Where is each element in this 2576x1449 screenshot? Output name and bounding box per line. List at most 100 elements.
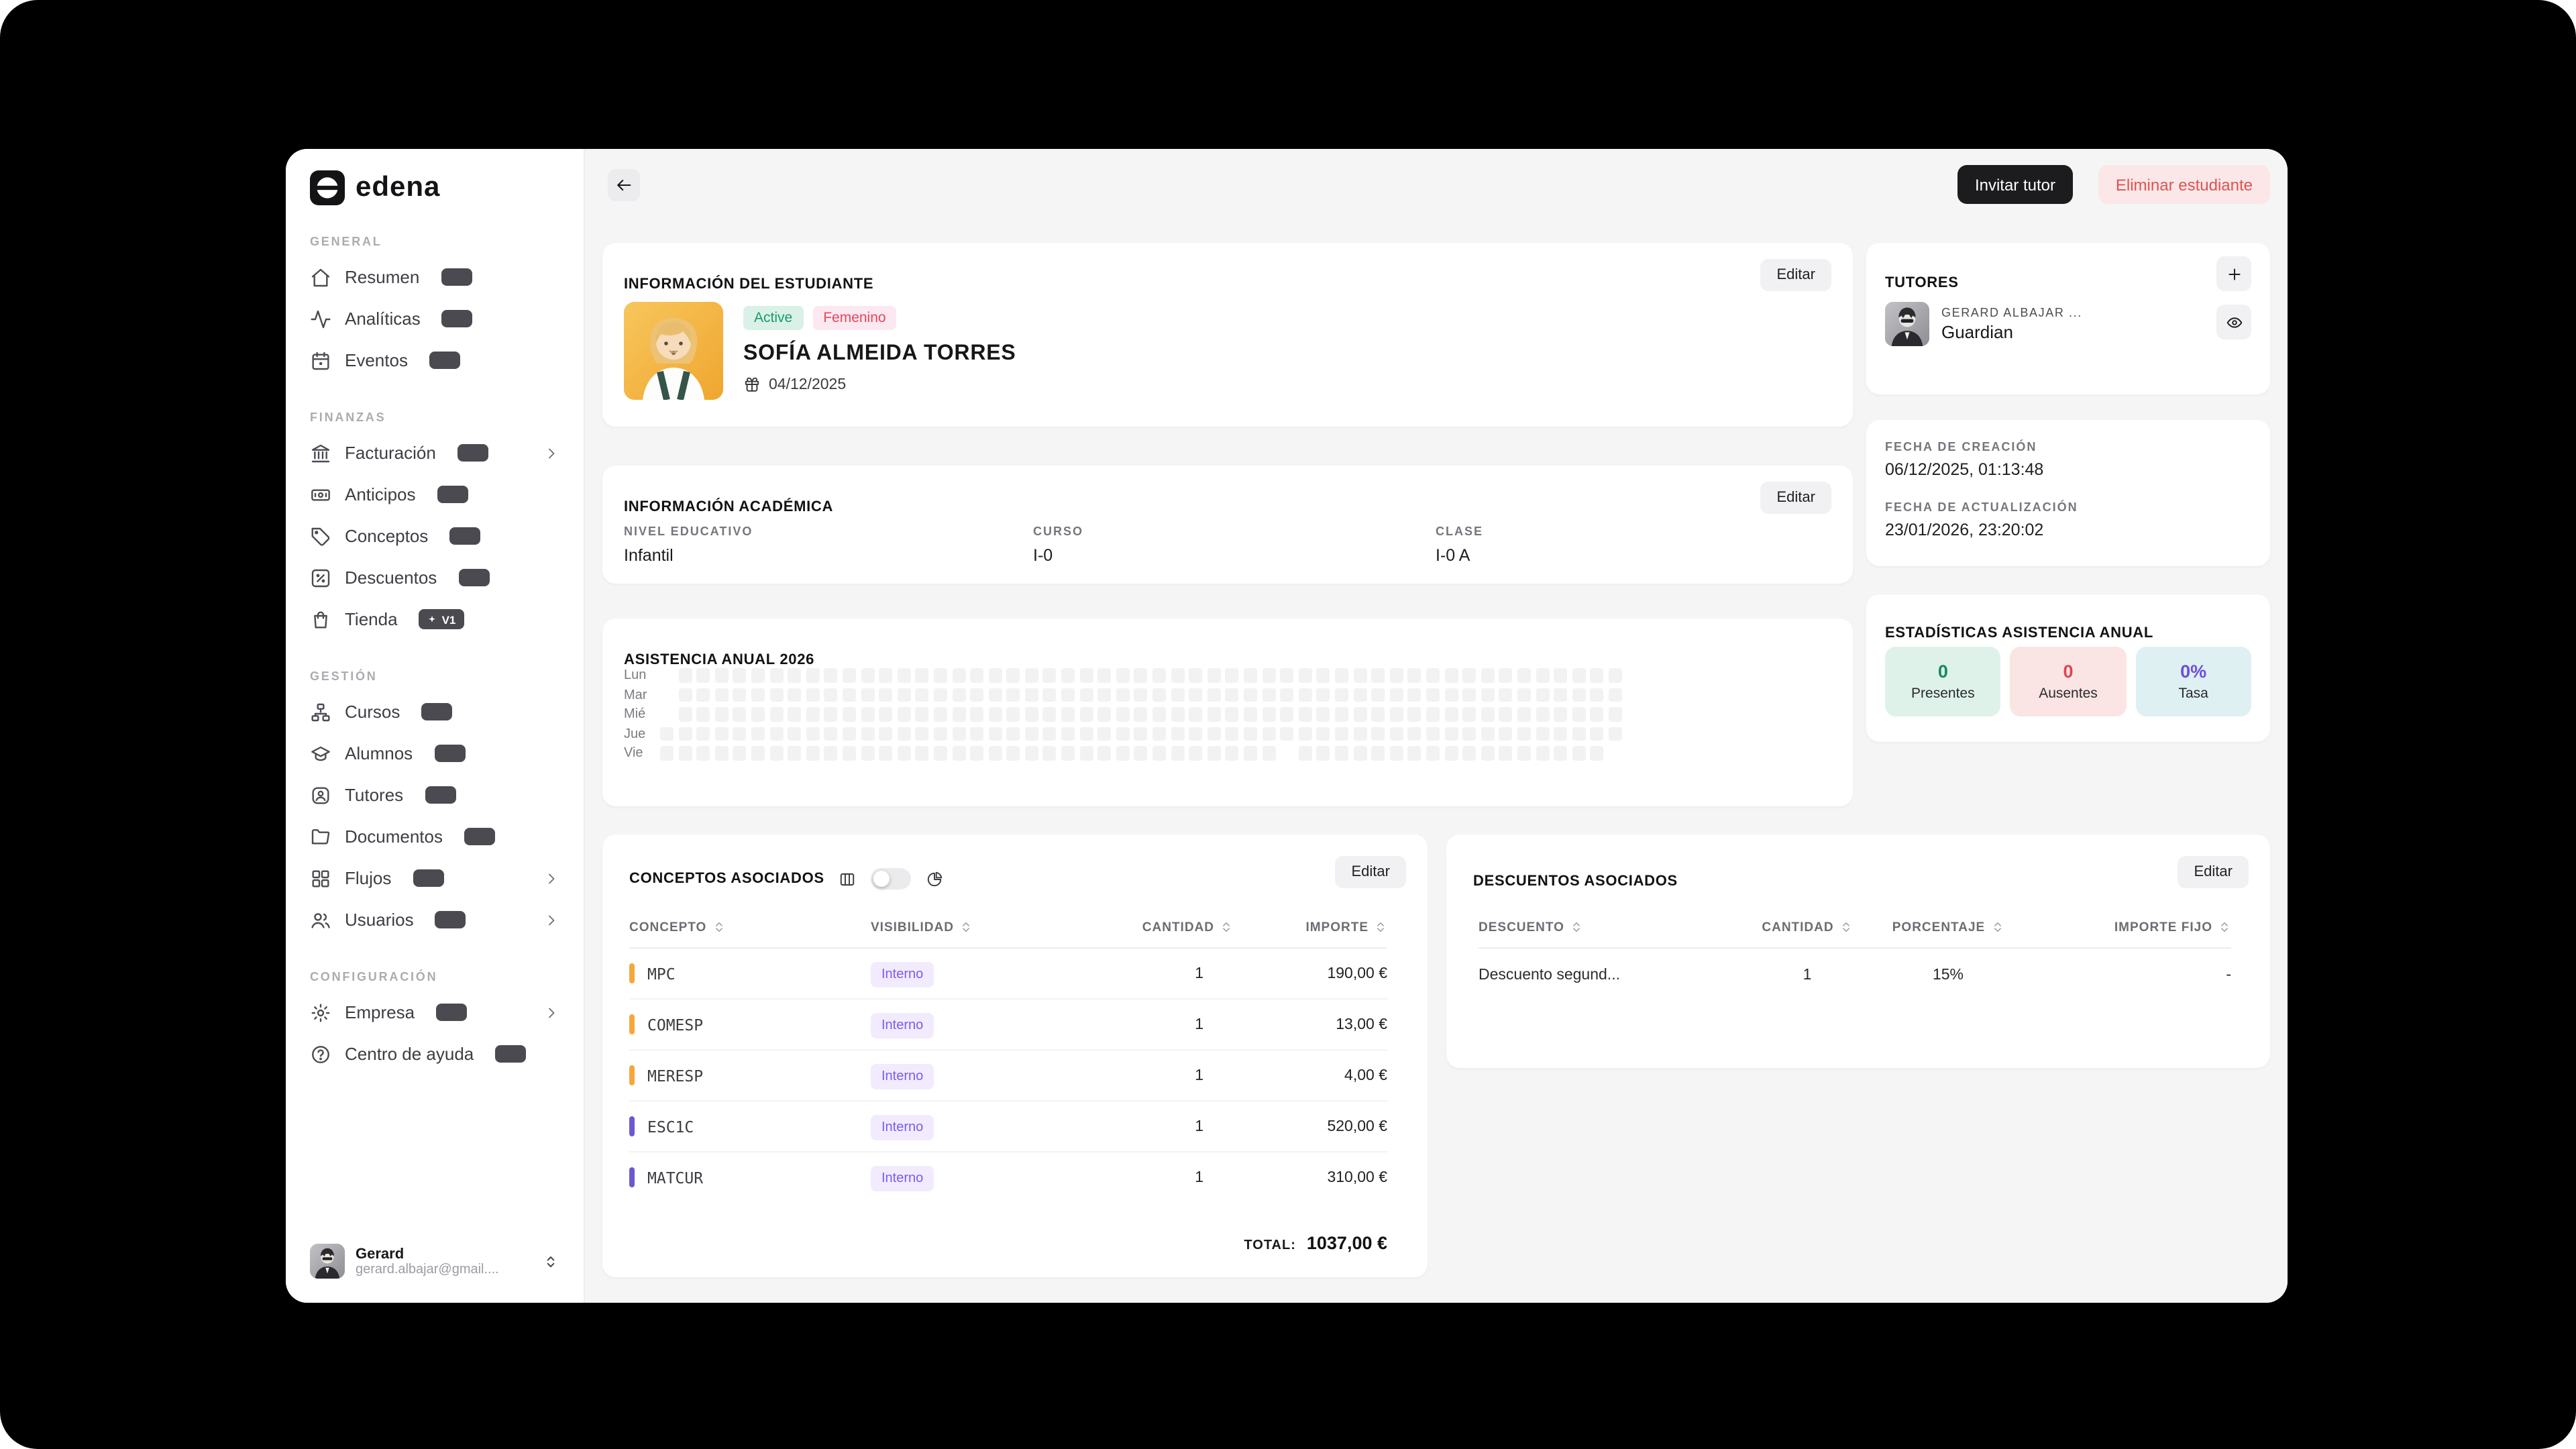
heatmap-cell: [733, 688, 747, 702]
heatmap-cell: [1116, 688, 1130, 702]
discount-row[interactable]: Descuento segund... 1 15% -: [1479, 949, 2231, 1002]
sidebar-item-empresa[interactable]: Empresa: [302, 991, 568, 1033]
sidebar-item-analiticas[interactable]: Analíticas: [302, 298, 568, 339]
heatmap-cell: [1116, 727, 1130, 741]
column-header-label: PORCENTAJE: [1892, 920, 1985, 934]
heatmap-cell: [1536, 747, 1549, 760]
sidebar-item-eventos[interactable]: Eventos: [302, 339, 568, 381]
heatmap-cell: [916, 669, 929, 682]
app-logo[interactable]: edena: [302, 170, 568, 205]
delete-student-button[interactable]: Eliminar estudiante: [2098, 165, 2270, 204]
heatmap-cell: [788, 669, 801, 682]
heatmap-cell: [1426, 747, 1440, 760]
sidebar-item-facturacion[interactable]: Facturación: [302, 432, 568, 474]
column-header-descuento[interactable]: DESCUENTO: [1479, 920, 1747, 934]
column-header-concepto[interactable]: CONCEPTO: [629, 920, 871, 934]
sidebar-item-alumnos[interactable]: Alumnos: [302, 733, 568, 774]
sidebar-section-items: Facturación Anticipos Conceptos Descuent…: [302, 432, 568, 640]
sidebar-item-conceptos[interactable]: Conceptos: [302, 515, 568, 557]
column-header-label: VISIBILIDAD: [871, 920, 954, 934]
plus-icon: [2225, 265, 2243, 282]
heatmap-cell: [1189, 688, 1202, 702]
sidebar-item-anticipos[interactable]: Anticipos: [302, 474, 568, 515]
edit-student-button[interactable]: Editar: [1761, 259, 1832, 291]
sidebar-item-tutores[interactable]: Tutores: [302, 774, 568, 816]
concept-row[interactable]: ESC1C Interno 1 520,00 €: [629, 1100, 1387, 1151]
column-header-cantidad[interactable]: CANTIDAD: [1762, 920, 1852, 934]
table-view-icon[interactable]: [839, 870, 857, 888]
sidebar-item-descuentos[interactable]: Descuentos: [302, 557, 568, 598]
sidebar-item-flujos[interactable]: Flujos: [302, 857, 568, 899]
heatmap-cell: [1408, 747, 1421, 760]
edit-concepts-button[interactable]: Editar: [1336, 856, 1407, 888]
back-button[interactable]: [608, 169, 640, 201]
edit-discounts-button[interactable]: Editar: [2178, 856, 2249, 888]
concept-row[interactable]: MERESP Interno 1 4,00 €: [629, 1049, 1387, 1100]
tutor-row[interactable]: GERARD ALBAJAR ... Guardian: [1885, 302, 2082, 346]
heatmap-cell: [806, 688, 820, 702]
concept-name-cell: COMESP: [629, 1014, 871, 1034]
heatmap-cell: [1536, 708, 1549, 721]
chevron-right-icon: [543, 445, 559, 461]
sidebar-item-centro-de-ayuda[interactable]: Centro de ayuda: [302, 1033, 568, 1075]
sidebar-item-tienda[interactable]: Tienda V1: [302, 598, 568, 640]
concept-row[interactable]: MATCUR Interno 1 310,00 €: [629, 1151, 1387, 1202]
heatmap-cell: [1299, 727, 1312, 741]
sidebar-item-usuarios[interactable]: Usuarios: [302, 899, 568, 941]
heatmap-cell: [1280, 669, 1293, 682]
sort-icon: [1839, 920, 1853, 934]
heatmap-cell: [769, 727, 783, 741]
sidebar-item-resumen[interactable]: Resumen: [302, 256, 568, 298]
concepts-card: CONCEPTOS ASOCIADOS Editar CONCEPTO VISI…: [602, 835, 1428, 1277]
home-icon: [310, 266, 331, 288]
heatmap-cell: [1591, 669, 1604, 682]
attendance-heatmap: Lun Mar Mié Jue Vie: [624, 668, 1622, 765]
concept-color-bar: [629, 1065, 634, 1085]
concept-row[interactable]: MPC Interno 1 190,00 €: [629, 949, 1387, 998]
heatmap-cell: [1426, 669, 1440, 682]
concept-row[interactable]: COMESP Interno 1 13,00 €: [629, 998, 1387, 1049]
heatmap-cell: [824, 669, 838, 682]
column-header-cantidad[interactable]: CANTIDAD: [1142, 920, 1233, 934]
heatmap-cell: [1609, 708, 1622, 721]
sparkles-icon: [458, 531, 468, 541]
column-header-porcentaje[interactable]: PORCENTAJE: [1892, 920, 2004, 934]
sidebar-section-label: GESTIÓN: [310, 669, 559, 683]
edit-academic-button[interactable]: Editar: [1761, 482, 1832, 514]
user-menu[interactable]: Gerard gerard.albajar@gmail....: [302, 1238, 568, 1284]
heatmap-cell: [1481, 669, 1494, 682]
heatmap-cell: [1226, 727, 1239, 741]
heatmap-cell: [1007, 727, 1020, 741]
add-tutor-button[interactable]: [2216, 256, 2251, 291]
academic-info-title: INFORMACIÓN ACADÉMICA: [624, 499, 833, 515]
heatmap-cell: [1244, 669, 1257, 682]
invite-tutor-button[interactable]: Invitar tutor: [1957, 165, 2073, 204]
heatmap-cell: [1152, 688, 1166, 702]
heatmap-cell: [660, 747, 674, 760]
total-label: TOTAL:: [1244, 1238, 1295, 1253]
pie-chart-view-icon[interactable]: [926, 870, 944, 888]
heatmap-cell: [1134, 688, 1148, 702]
column-header-visibilidad[interactable]: VISIBILIDAD: [871, 920, 1085, 934]
heatmap-cell: [1609, 688, 1622, 702]
heatmap-cell: [952, 708, 965, 721]
heatmap-cell: [1499, 747, 1513, 760]
heatmap-cell: [1061, 688, 1075, 702]
heatmap-cell: [1517, 708, 1531, 721]
heatmap-cell: [1189, 669, 1202, 682]
heatmap-cell: [1152, 708, 1166, 721]
field-label: CLASE: [1436, 525, 1831, 538]
sidebar-item-cursos[interactable]: Cursos: [302, 691, 568, 733]
heatmap-cell: [769, 708, 783, 721]
column-header-importe[interactable]: IMPORTE: [1305, 920, 1387, 934]
view-tutor-button[interactable]: [2216, 305, 2251, 339]
heatmap-cell: [678, 708, 692, 721]
stat-card-tasa: 0% Tasa: [2135, 647, 2251, 716]
view-toggle[interactable]: [871, 868, 912, 890]
heatmap-cell: [1043, 669, 1057, 682]
column-header-importe-fijo[interactable]: IMPORTE FIJO: [2114, 920, 2231, 934]
heatmap-cell: [788, 747, 801, 760]
sidebar-item-documentos[interactable]: Documentos: [302, 816, 568, 857]
heatmap-cell: [751, 708, 765, 721]
tutors-title: TUTORES: [1885, 275, 1959, 291]
